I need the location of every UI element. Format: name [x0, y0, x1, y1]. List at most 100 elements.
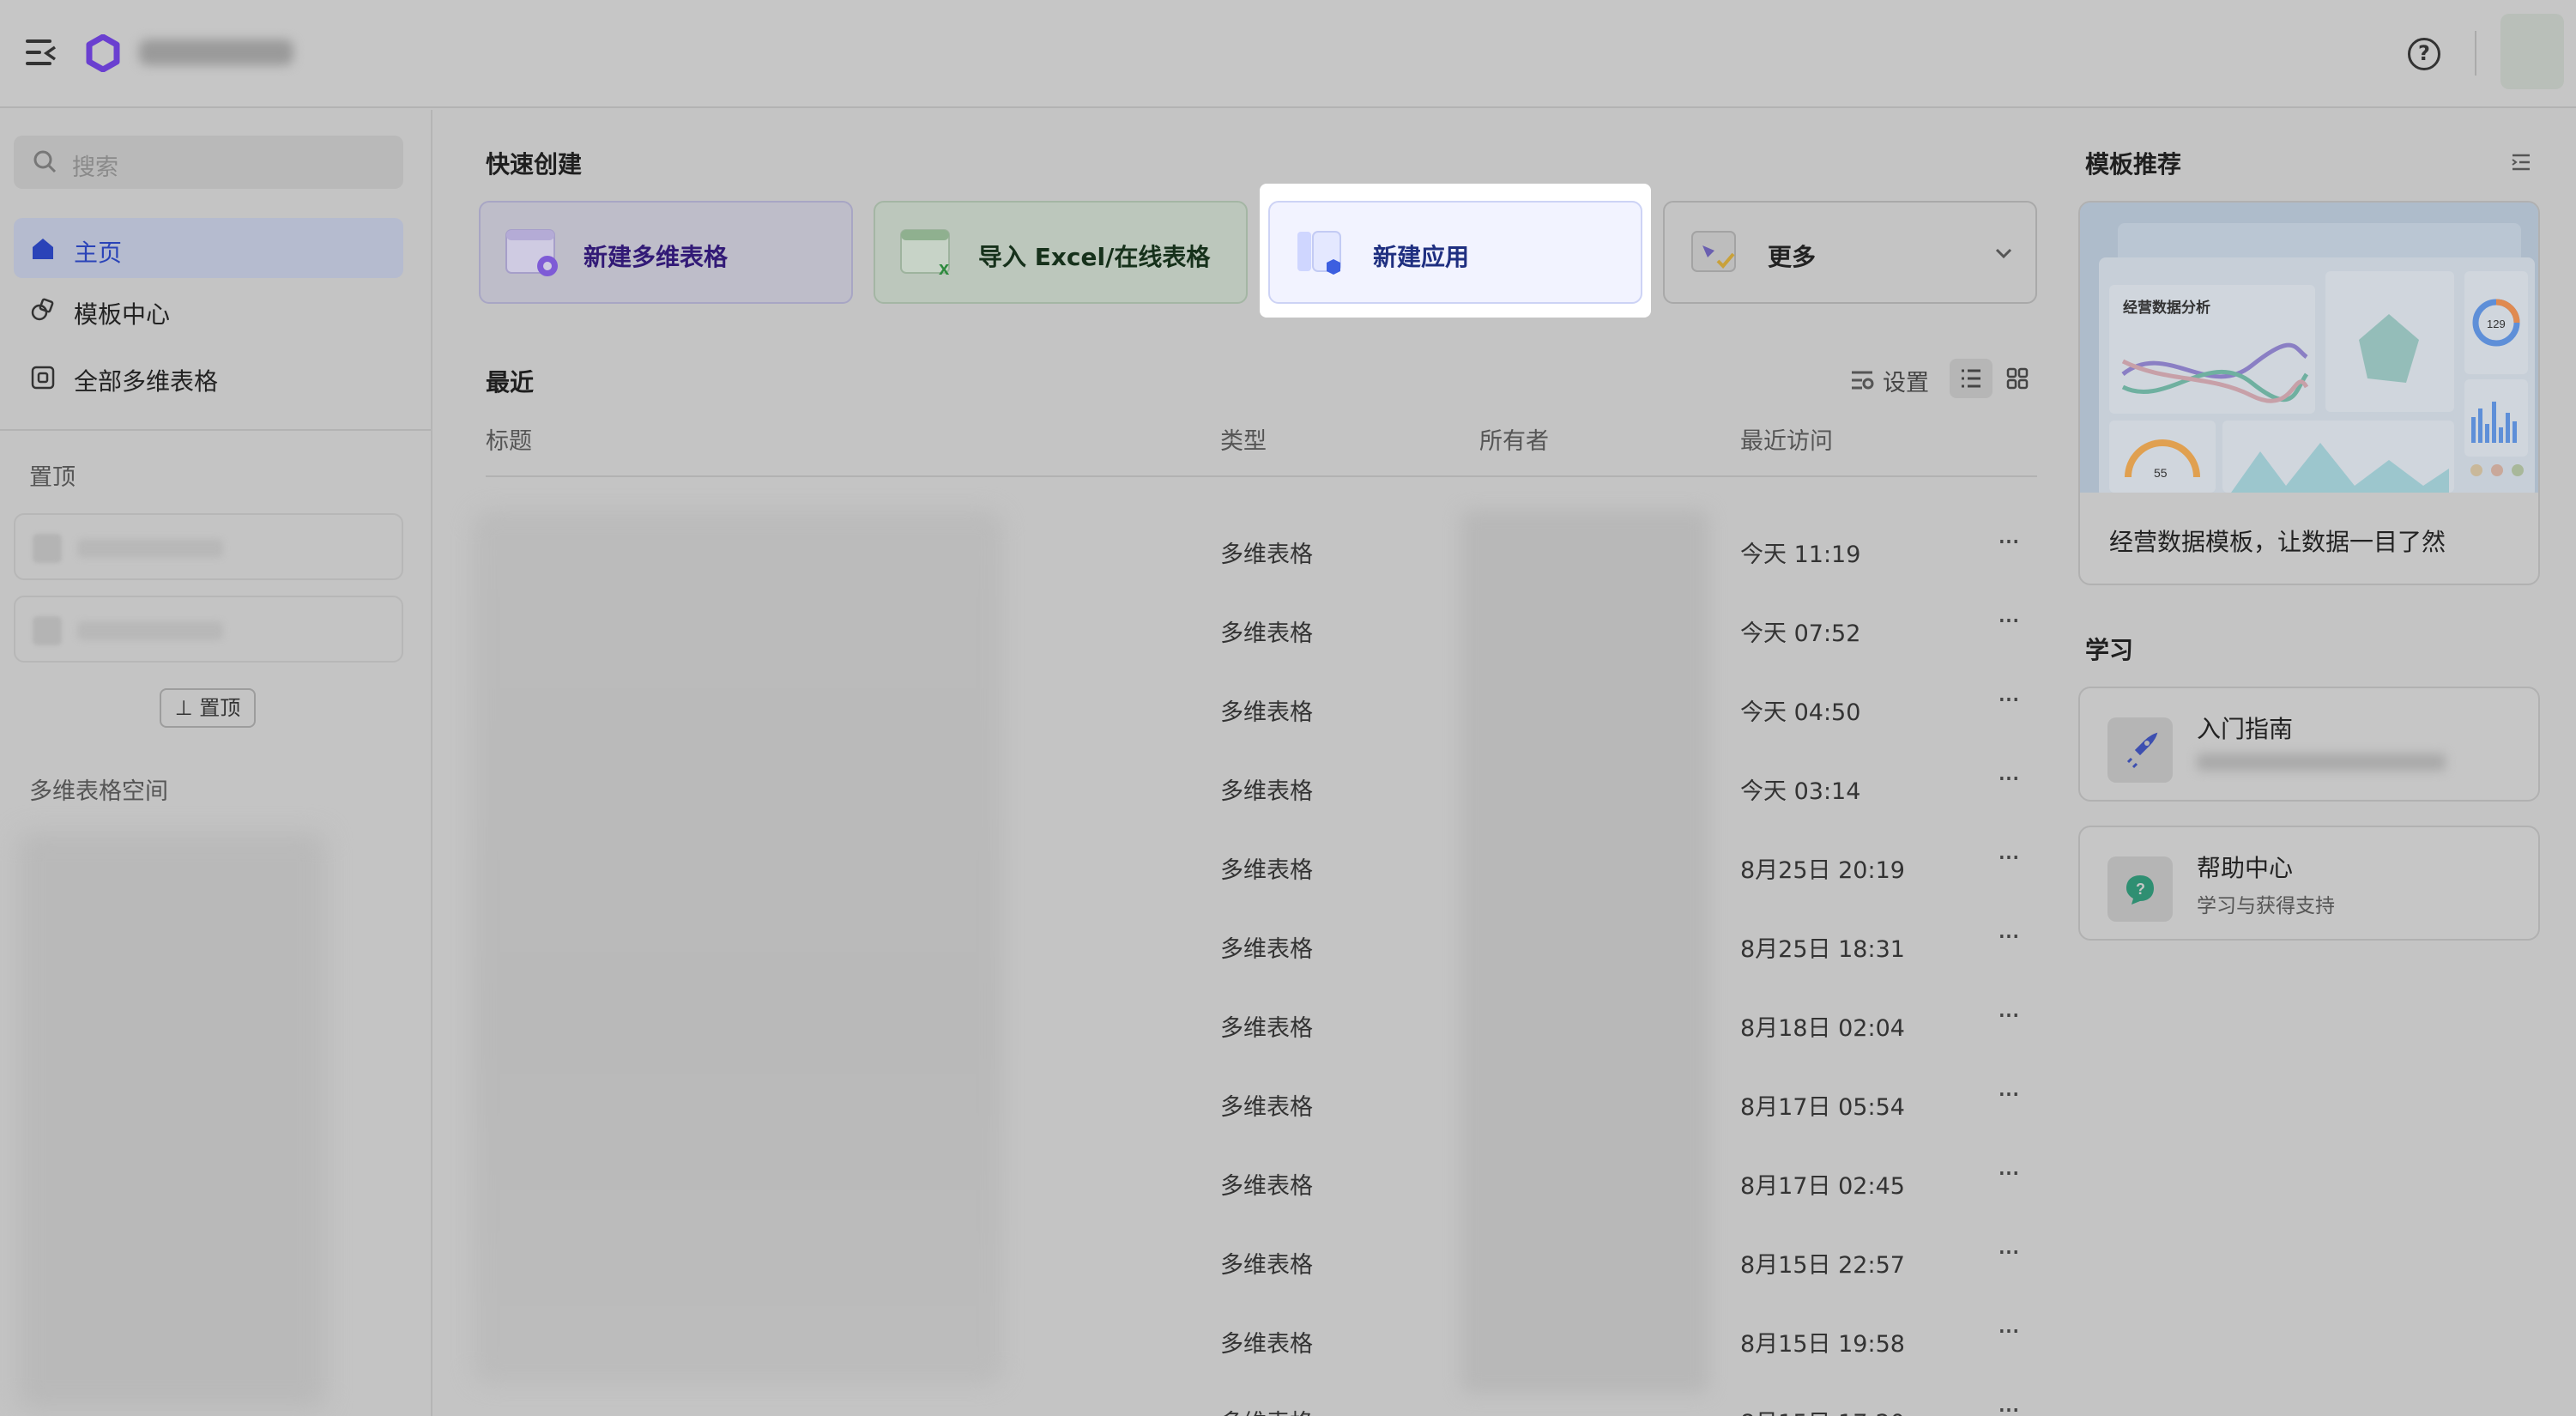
- row-type: 多维表格: [1220, 857, 1313, 884]
- row-type: 多维表格: [1220, 1173, 1313, 1200]
- settings-button[interactable]: 设置: [1850, 364, 1936, 396]
- row-type: 多维表格: [1220, 1015, 1313, 1042]
- app-logo-icon[interactable]: [84, 33, 122, 73]
- top-bar: ?: [0, 0, 2576, 108]
- template-card[interactable]: 经营数据分析 129 55 经营数据模板，让数据一目了然: [2078, 201, 2540, 585]
- topbar-divider: [2475, 31, 2476, 76]
- sidebar-item-home[interactable]: 主页: [14, 218, 403, 278]
- learn-card-title: 帮助中心: [2197, 854, 2294, 882]
- table-row[interactable]: 多维表格 今天 11:19 ···: [486, 515, 2037, 590]
- column-header-title[interactable]: 标题: [486, 422, 532, 456]
- help-icon[interactable]: ?: [2408, 38, 2440, 70]
- row-more-icon[interactable]: ···: [1987, 841, 2029, 875]
- search-input[interactable]: 搜索: [14, 136, 403, 189]
- svg-text:x: x: [939, 257, 950, 279]
- row-type: 多维表格: [1220, 699, 1313, 726]
- table-row[interactable]: 多维表格 8月15日 19:58 ···: [486, 1304, 2037, 1380]
- preview-heading: 经营数据分析: [2123, 299, 2210, 316]
- row-last-visit: 今天 07:52: [1740, 620, 1861, 647]
- template-caption: 经营数据模板，让数据一目了然: [2109, 528, 2446, 556]
- user-avatar[interactable]: [2500, 14, 2564, 89]
- row-more-icon[interactable]: ···: [1987, 762, 2029, 796]
- pinned-item[interactable]: [14, 596, 403, 663]
- row-type: 多维表格: [1220, 1252, 1313, 1279]
- column-header-last-visit[interactable]: 最近访问: [1740, 422, 1833, 456]
- table-row[interactable]: 多维表格 8月25日 18:31 ···: [486, 910, 2037, 985]
- row-more-icon[interactable]: ···: [1987, 1157, 2029, 1191]
- row-more-icon[interactable]: ···: [1987, 999, 2029, 1033]
- all-tables-icon: [31, 366, 55, 390]
- pin-icon: ⊥: [174, 696, 200, 720]
- view-toggle[interactable]: [1950, 359, 2039, 398]
- table-row[interactable]: 多维表格 8月25日 20:19 ···: [486, 831, 2037, 906]
- quick-create-label: 导入 Excel/在线表格: [978, 243, 1211, 271]
- chevron-down-icon: [1995, 248, 2012, 259]
- pinned-item[interactable]: [14, 513, 403, 580]
- grid-view-icon[interactable]: [1996, 359, 2039, 398]
- row-last-visit: 今天 03:14: [1740, 778, 1861, 805]
- row-last-visit: 8月17日 02:45: [1740, 1173, 1905, 1200]
- settings-label: 设置: [1883, 370, 1929, 396]
- column-header-owner[interactable]: 所有者: [1479, 422, 1549, 456]
- row-more-icon[interactable]: ···: [1987, 920, 2029, 954]
- preview-badge: 129: [2487, 318, 2506, 330]
- quick-create-title: 快速创建: [486, 150, 583, 179]
- template-icon: [31, 298, 54, 321]
- list-view-icon[interactable]: [1950, 359, 1992, 398]
- svg-text:?: ?: [2136, 880, 2145, 898]
- quick-create-label: 更多: [1768, 243, 1817, 271]
- template-preview-image: 经营数据分析 129 55: [2080, 203, 2538, 493]
- row-type: 多维表格: [1220, 1094, 1313, 1121]
- row-last-visit: 8月25日 18:31: [1740, 936, 1905, 963]
- getting-started-card[interactable]: 入门指南: [2078, 687, 2540, 802]
- rocket-icon: [2107, 717, 2173, 783]
- help-center-card[interactable]: ? 帮助中心 学习与获得支持: [2078, 826, 2540, 941]
- table-row[interactable]: 多维表格 8月15日 22:57 ···: [486, 1225, 2037, 1301]
- row-more-icon[interactable]: ···: [1987, 1394, 2029, 1416]
- learn-card-subtitle: [2197, 753, 2446, 771]
- new-bitable-icon: [505, 229, 558, 276]
- table-row[interactable]: 多维表格 8月15日 17:20 ···: [486, 1383, 2037, 1416]
- table-row[interactable]: 多维表格 今天 04:50 ···: [486, 673, 2037, 748]
- row-last-visit: 8月15日 17:20: [1740, 1404, 1905, 1416]
- pin-button[interactable]: ⊥ 置顶: [160, 688, 256, 728]
- search-icon: [33, 150, 57, 173]
- sidebar-item-label: 模板中心: [74, 300, 171, 329]
- sidebar-toggle-icon[interactable]: [26, 39, 57, 67]
- row-last-visit: 8月25日 20:19: [1740, 857, 1905, 884]
- column-header-type[interactable]: 类型: [1220, 422, 1267, 456]
- table-row[interactable]: 多维表格 8月18日 02:04 ···: [486, 989, 2037, 1064]
- row-more-icon[interactable]: ···: [1987, 604, 2029, 638]
- new-app-button[interactable]: 新建应用: [1268, 201, 1642, 304]
- row-more-icon[interactable]: ···: [1987, 1236, 2029, 1270]
- table-row[interactable]: 多维表格 今天 03:14 ···: [486, 752, 2037, 827]
- pin-button-label: 置顶: [199, 696, 241, 720]
- learn-title: 学习: [2085, 636, 2134, 664]
- table-row[interactable]: 多维表格 今天 07:52 ···: [486, 594, 2037, 669]
- row-more-icon[interactable]: ···: [1987, 683, 2029, 717]
- sidebar-item-templates[interactable]: 模板中心: [14, 280, 403, 340]
- import-excel-button[interactable]: x 导入 Excel/在线表格: [874, 201, 1248, 304]
- pinned-section-label: 置顶: [29, 464, 76, 491]
- learn-card-subtitle: 学习与获得支持: [2197, 895, 2335, 917]
- workspace-name: [139, 39, 293, 65]
- search-placeholder: 搜索: [72, 154, 118, 181]
- space-list: [17, 832, 326, 1409]
- row-type: 多维表格: [1220, 1404, 1313, 1416]
- table-row[interactable]: 多维表格 8月17日 05:54 ···: [486, 1068, 2037, 1143]
- row-last-visit: 今天 04:50: [1740, 699, 1861, 726]
- new-bitable-button[interactable]: 新建多维表格: [479, 201, 853, 304]
- row-more-icon[interactable]: ···: [1987, 525, 2029, 560]
- quick-create-label: 新建多维表格: [584, 243, 729, 271]
- row-more-icon[interactable]: ···: [1987, 1078, 2029, 1112]
- more-templates-button[interactable]: 更多: [1663, 201, 2037, 304]
- row-last-visit: 8月15日 22:57: [1740, 1252, 1905, 1279]
- row-type: 多维表格: [1220, 936, 1313, 963]
- collapse-panel-icon[interactable]: [2509, 151, 2533, 173]
- row-last-visit: 今天 11:19: [1740, 542, 1861, 568]
- preview-gauge-value: 55: [2154, 466, 2168, 480]
- sidebar-item-all-tables[interactable]: 全部多维表格: [14, 347, 403, 407]
- row-more-icon[interactable]: ···: [1987, 1315, 2029, 1349]
- sidebar: 搜索 主页 模板中心 全部多维表格 置顶 ⊥ 置顶 多维表格空间: [0, 110, 432, 1416]
- table-row[interactable]: 多维表格 8月17日 02:45 ···: [486, 1147, 2037, 1222]
